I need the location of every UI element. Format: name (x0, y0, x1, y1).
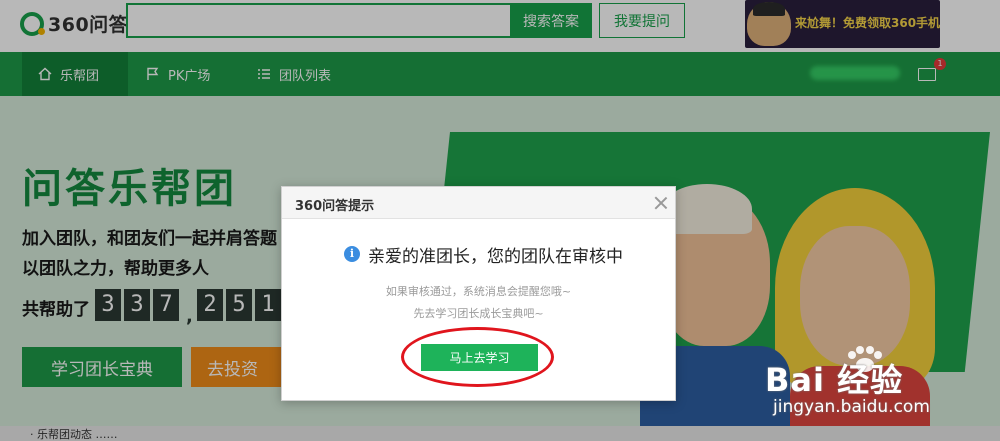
dialog-message: 亲爱的准团长，您的团队在审核中 (368, 247, 623, 267)
watermark-url: jingyan.baidu.com (773, 397, 930, 417)
watermark: Bai 经验 jingyan.baidu.com (765, 345, 995, 425)
review-status-dialog: 360问答提示 i 亲爱的准团长，您的团队在审核中 如果审核通过，系统消息会提醒… (281, 186, 676, 401)
close-icon[interactable] (654, 196, 668, 210)
info-icon: i (344, 246, 360, 262)
dialog-tip-line2: 先去学习团长成长宝典吧~ (413, 307, 544, 320)
watermark-brand: Bai 经验 (765, 361, 904, 399)
start-learning-button[interactable]: 马上去学习 (421, 344, 538, 371)
dialog-tip-line1: 如果审核通过，系统消息会提醒您哦~ (385, 285, 572, 298)
dialog-header: 360问答提示 (282, 187, 675, 219)
dialog-title: 360问答提示 (295, 199, 375, 214)
